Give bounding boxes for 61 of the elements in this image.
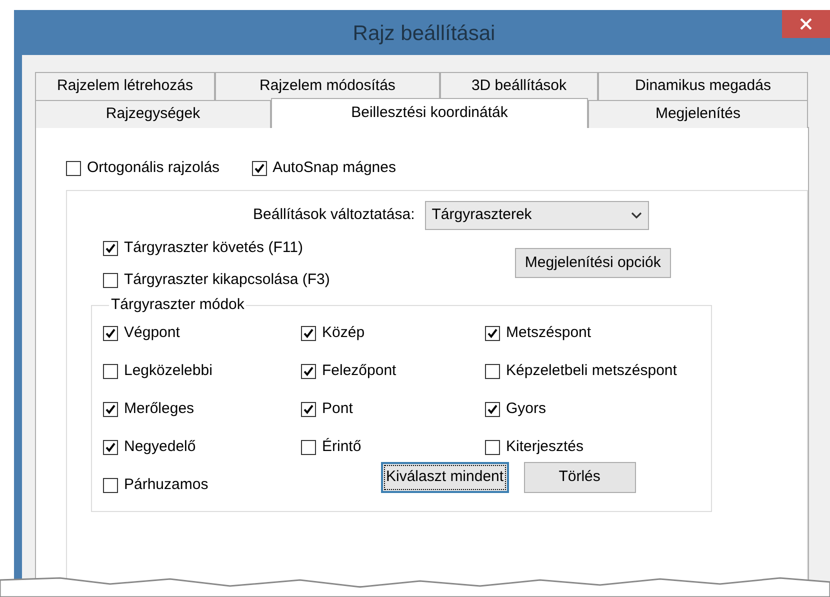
tab[interactable]: Rajzelem módosítás: [215, 72, 440, 100]
action-button[interactable]: Törlés: [524, 462, 636, 492]
checkbox[interactable]: [66, 160, 81, 176]
tab[interactable]: Beillesztési koordináták: [271, 98, 588, 128]
checkbox[interactable]: [301, 440, 316, 455]
close-button[interactable]: [782, 10, 830, 38]
checkbox-label: Kiterjesztés: [506, 437, 584, 458]
checkmark-icon: [303, 404, 314, 415]
checkmark-icon: [105, 404, 116, 415]
checkbox-label: Pont: [322, 399, 353, 420]
action-button[interactable]: Kiválaszt mindent: [381, 462, 509, 492]
tab[interactable]: Dinamikus megadás: [598, 72, 808, 100]
checkbox[interactable]: [485, 402, 500, 417]
checkbox[interactable]: [103, 326, 118, 341]
tab[interactable]: 3D beállítások: [440, 72, 598, 100]
checkbox-label: Gyors: [506, 399, 546, 420]
close-icon: [800, 18, 812, 30]
checkbox[interactable]: [485, 364, 500, 379]
checkbox-label: AutoSnap mágnes: [272, 158, 396, 178]
checkbox[interactable]: [485, 440, 500, 455]
checkbox-label: Ortogonális rajzolás: [87, 158, 220, 178]
display-options-button[interactable]: Megjelenítési opciók: [514, 248, 671, 278]
checkmark-icon: [303, 328, 314, 339]
checkmark-icon: [303, 366, 314, 377]
checkmark-icon: [105, 242, 116, 254]
checkmark-icon: [105, 442, 116, 453]
checkbox[interactable]: [301, 326, 316, 341]
checkbox-label: Képzeletbeli metszéspont: [506, 361, 677, 382]
checkbox-label: Tárgyraszter kikapcsolása (F3): [124, 270, 330, 290]
checkbox[interactable]: [301, 402, 316, 417]
checkbox[interactable]: [252, 160, 267, 176]
checkbox-label: Legközelebbi: [124, 361, 212, 382]
checkbox[interactable]: [103, 364, 118, 379]
checkbox-label: Merőleges: [124, 399, 194, 420]
checkbox-label: Végpont: [124, 323, 180, 344]
checkbox-label: Érintő: [322, 437, 362, 458]
checkbox-label: Metszéspont: [506, 323, 592, 344]
checkbox[interactable]: [103, 440, 118, 455]
checkbox-label: Felezőpont: [322, 361, 396, 382]
checkbox-label: Közép: [322, 323, 365, 344]
window-title: Rajz beállításai: [352, 20, 496, 47]
checkmark-icon: [487, 404, 498, 415]
checkbox-label: Párhuzamos: [124, 475, 208, 496]
checkbox[interactable]: [103, 402, 118, 417]
checkmark-icon: [487, 328, 498, 339]
checkbox[interactable]: [485, 326, 500, 341]
tab[interactable]: Rajzegységek: [35, 100, 271, 128]
chevron-down-icon: [630, 212, 642, 219]
checkmark-icon: [105, 328, 116, 339]
tab[interactable]: Megjelenítés: [588, 100, 808, 128]
checkbox[interactable]: [103, 272, 118, 288]
checkbox-label: Negyedelő: [124, 437, 196, 458]
checkbox-label: Tárgyraszter követés (F11): [124, 238, 303, 258]
checkbox[interactable]: [301, 364, 316, 379]
settings-dropdown[interactable]: Tárgyraszterek: [424, 201, 649, 230]
dropdown-label: Beállítások változtatása:: [253, 205, 415, 226]
group-title: Tárgyraszter módok: [110, 295, 246, 315]
checkmark-icon: [254, 162, 265, 174]
checkbox[interactable]: [103, 478, 118, 493]
tab[interactable]: Rajzelem létrehozás: [35, 72, 215, 100]
checkbox[interactable]: [103, 240, 118, 256]
